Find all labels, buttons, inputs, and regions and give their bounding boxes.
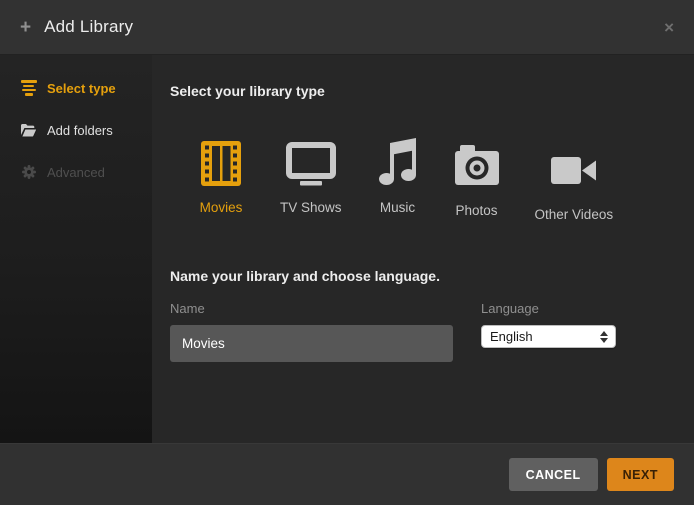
name-language-row: Name Language English xyxy=(170,302,694,362)
close-icon[interactable]: × xyxy=(664,19,674,36)
name-field-group: Name xyxy=(170,302,453,362)
dialog-header: + Add Library × xyxy=(0,0,694,55)
steps-sidebar: Select type Add folders xyxy=(0,55,152,443)
sidebar-item-label: Add folders xyxy=(47,123,113,138)
library-type-label: Photos xyxy=(456,203,498,218)
cancel-button[interactable]: CANCEL xyxy=(509,458,598,491)
filter-lines-icon xyxy=(20,80,37,97)
folder-icon xyxy=(20,122,37,139)
language-select-value: English xyxy=(490,329,600,344)
plus-icon: + xyxy=(20,18,31,37)
language-select[interactable]: English xyxy=(481,325,616,348)
library-name-input[interactable] xyxy=(170,325,453,362)
library-type-row: Movies TV Shows xyxy=(197,135,694,222)
film-strip-icon xyxy=(197,135,245,187)
library-type-photos[interactable]: Photos xyxy=(454,135,500,222)
library-type-label: Other Videos xyxy=(535,207,614,222)
sidebar-item-add-folders[interactable]: Add folders xyxy=(0,109,152,151)
camera-icon xyxy=(454,135,500,187)
library-type-tv-shows[interactable]: TV Shows xyxy=(280,135,342,222)
sidebar-item-advanced[interactable]: Advanced xyxy=(0,151,152,193)
name-field-label: Name xyxy=(170,302,453,315)
sidebar-item-label: Advanced xyxy=(47,165,105,180)
add-library-dialog: + Add Library × Select type Add folders xyxy=(0,0,694,505)
name-section-title: Name your library and choose language. xyxy=(170,268,694,284)
dialog-footer: CANCEL NEXT xyxy=(0,443,694,505)
tv-icon xyxy=(286,135,336,187)
gear-icon xyxy=(20,164,37,181)
sidebar-item-label: Select type xyxy=(47,81,116,96)
next-button[interactable]: NEXT xyxy=(607,458,674,491)
library-type-label: TV Shows xyxy=(280,200,342,215)
dialog-title: Add Library xyxy=(44,17,133,37)
library-type-music[interactable]: Music xyxy=(377,135,419,222)
language-field-label: Language xyxy=(481,302,616,315)
select-stepper-icon xyxy=(600,331,608,343)
dialog-body: Select type Add folders xyxy=(0,55,694,443)
library-type-label: Movies xyxy=(200,200,243,215)
library-type-label: Music xyxy=(380,200,415,215)
library-type-other-videos[interactable]: Other Videos xyxy=(535,135,614,222)
section-title: Select your library type xyxy=(170,83,694,99)
library-type-movies[interactable]: Movies xyxy=(197,135,245,222)
language-field-group: Language English xyxy=(481,302,616,348)
music-note-icon xyxy=(377,135,419,187)
video-camera-icon xyxy=(550,135,597,187)
main-panel: Select your library type xyxy=(152,55,694,443)
sidebar-item-select-type[interactable]: Select type xyxy=(0,67,152,109)
